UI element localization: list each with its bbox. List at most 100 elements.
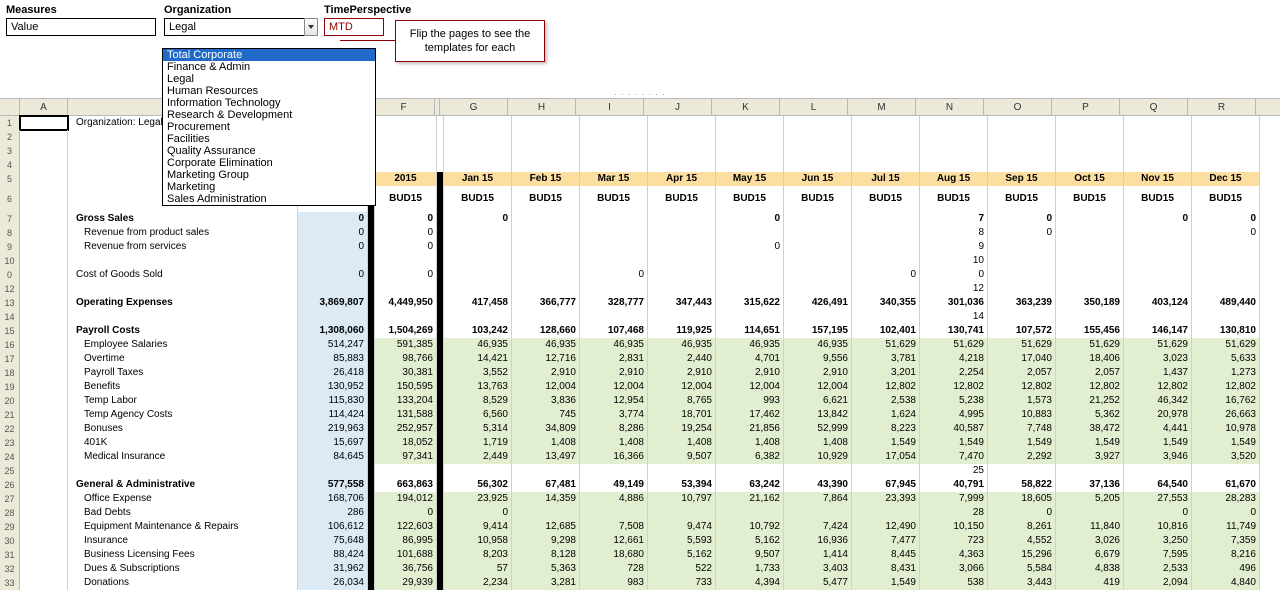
- val-month[interactable]: 107,468: [580, 324, 648, 338]
- cell[interactable]: [437, 436, 444, 450]
- val-month[interactable]: 4,701: [716, 352, 784, 366]
- row-label[interactable]: Medical Insurance: [68, 450, 298, 464]
- val-2015[interactable]: 150,595: [375, 380, 437, 394]
- row-header[interactable]: 23: [0, 436, 20, 450]
- cell[interactable]: [368, 282, 375, 296]
- cell[interactable]: [20, 282, 68, 296]
- cell[interactable]: [1056, 144, 1124, 158]
- bud-header[interactable]: BUD15: [988, 186, 1056, 212]
- cell[interactable]: [375, 130, 437, 144]
- val-month[interactable]: 12,661: [580, 534, 648, 548]
- cell[interactable]: [512, 116, 580, 130]
- val-2014[interactable]: 26,034: [298, 576, 368, 590]
- cell[interactable]: [20, 296, 68, 310]
- val-month[interactable]: 1,408: [580, 436, 648, 450]
- val-month[interactable]: 1,408: [784, 436, 852, 450]
- row-header[interactable]: 12: [0, 282, 20, 296]
- val-month[interactable]: 3,066: [920, 562, 988, 576]
- val-month[interactable]: [580, 240, 648, 254]
- val-2014[interactable]: 130,952: [298, 380, 368, 394]
- val-month[interactable]: 2,831: [580, 352, 648, 366]
- val-month[interactable]: 0: [1192, 212, 1260, 226]
- val-month[interactable]: 7: [920, 212, 988, 226]
- val-month[interactable]: 119,925: [648, 324, 716, 338]
- cell[interactable]: [20, 520, 68, 534]
- val-month[interactable]: 46,935: [512, 338, 580, 352]
- cell[interactable]: [988, 116, 1056, 130]
- cell[interactable]: [437, 576, 444, 590]
- val-month[interactable]: 10,978: [1192, 422, 1260, 436]
- val-month[interactable]: 8,431: [852, 562, 920, 576]
- val-month[interactable]: 8,529: [444, 394, 512, 408]
- cell[interactable]: [20, 562, 68, 576]
- val-month[interactable]: 10,929: [784, 450, 852, 464]
- row-label[interactable]: Revenue from services: [68, 240, 298, 254]
- val-month[interactable]: 11,749: [1192, 520, 1260, 534]
- val-month[interactable]: 114,651: [716, 324, 784, 338]
- val-month[interactable]: 745: [512, 408, 580, 422]
- val-month[interactable]: [1056, 254, 1124, 268]
- val-month[interactable]: 12,004: [784, 380, 852, 394]
- val-month[interactable]: 58,822: [988, 478, 1056, 492]
- cell[interactable]: [784, 130, 852, 144]
- cell[interactable]: [1192, 130, 1260, 144]
- cell[interactable]: [437, 240, 444, 254]
- val-2014[interactable]: 75,648: [298, 534, 368, 548]
- row-header[interactable]: 17: [0, 352, 20, 366]
- val-2015[interactable]: 98,766: [375, 352, 437, 366]
- cell[interactable]: [20, 534, 68, 548]
- val-month[interactable]: 51,629: [920, 338, 988, 352]
- val-month[interactable]: 0: [444, 506, 512, 520]
- val-month[interactable]: [648, 268, 716, 282]
- row-label[interactable]: Donations: [68, 576, 298, 590]
- val-month[interactable]: [852, 464, 920, 478]
- cell[interactable]: [716, 130, 784, 144]
- val-month[interactable]: [512, 268, 580, 282]
- cell[interactable]: [1056, 158, 1124, 172]
- val-month[interactable]: 4,441: [1124, 422, 1192, 436]
- cell[interactable]: [437, 506, 444, 520]
- val-month[interactable]: [648, 310, 716, 324]
- val-2015[interactable]: 36,756: [375, 562, 437, 576]
- val-month[interactable]: 3,946: [1124, 450, 1192, 464]
- row-header[interactable]: 1: [0, 116, 20, 130]
- organization-dropdown-list[interactable]: Total CorporateFinance & AdminLegalHuman…: [162, 48, 376, 206]
- cell[interactable]: [437, 172, 444, 186]
- cell[interactable]: [512, 144, 580, 158]
- val-month[interactable]: 1,414: [784, 548, 852, 562]
- val-month[interactable]: 0: [988, 226, 1056, 240]
- row-header[interactable]: 33: [0, 576, 20, 590]
- val-month[interactable]: [1192, 464, 1260, 478]
- cell[interactable]: [368, 254, 375, 268]
- val-month[interactable]: [784, 310, 852, 324]
- val-month[interactable]: 9,474: [648, 520, 716, 534]
- val-2014[interactable]: 514,247: [298, 338, 368, 352]
- cell[interactable]: [852, 116, 920, 130]
- val-2014[interactable]: 106,612: [298, 520, 368, 534]
- val-month[interactable]: 426,491: [784, 296, 852, 310]
- val-2014[interactable]: 1,308,060: [298, 324, 368, 338]
- val-month[interactable]: 12,716: [512, 352, 580, 366]
- val-month[interactable]: 4,218: [920, 352, 988, 366]
- cell[interactable]: [784, 116, 852, 130]
- cell[interactable]: [648, 158, 716, 172]
- val-month[interactable]: 8,223: [852, 422, 920, 436]
- val-month[interactable]: 2,449: [444, 450, 512, 464]
- val-month[interactable]: 18,605: [988, 492, 1056, 506]
- val-month[interactable]: 8: [920, 226, 988, 240]
- val-month[interactable]: 12,802: [1192, 380, 1260, 394]
- val-month[interactable]: 2,910: [512, 366, 580, 380]
- val-month[interactable]: 18,701: [648, 408, 716, 422]
- val-month[interactable]: 8,128: [512, 548, 580, 562]
- val-month[interactable]: 2,094: [1124, 576, 1192, 590]
- val-month[interactable]: 46,935: [716, 338, 784, 352]
- col-header[interactable]: L: [780, 99, 848, 115]
- val-month[interactable]: 51,629: [988, 338, 1056, 352]
- val-month[interactable]: 21,252: [1056, 394, 1124, 408]
- val-2015[interactable]: [375, 464, 437, 478]
- val-month[interactable]: 6,621: [784, 394, 852, 408]
- cell[interactable]: [437, 422, 444, 436]
- cell[interactable]: [852, 130, 920, 144]
- measures-input[interactable]: [6, 18, 156, 36]
- cell[interactable]: [580, 116, 648, 130]
